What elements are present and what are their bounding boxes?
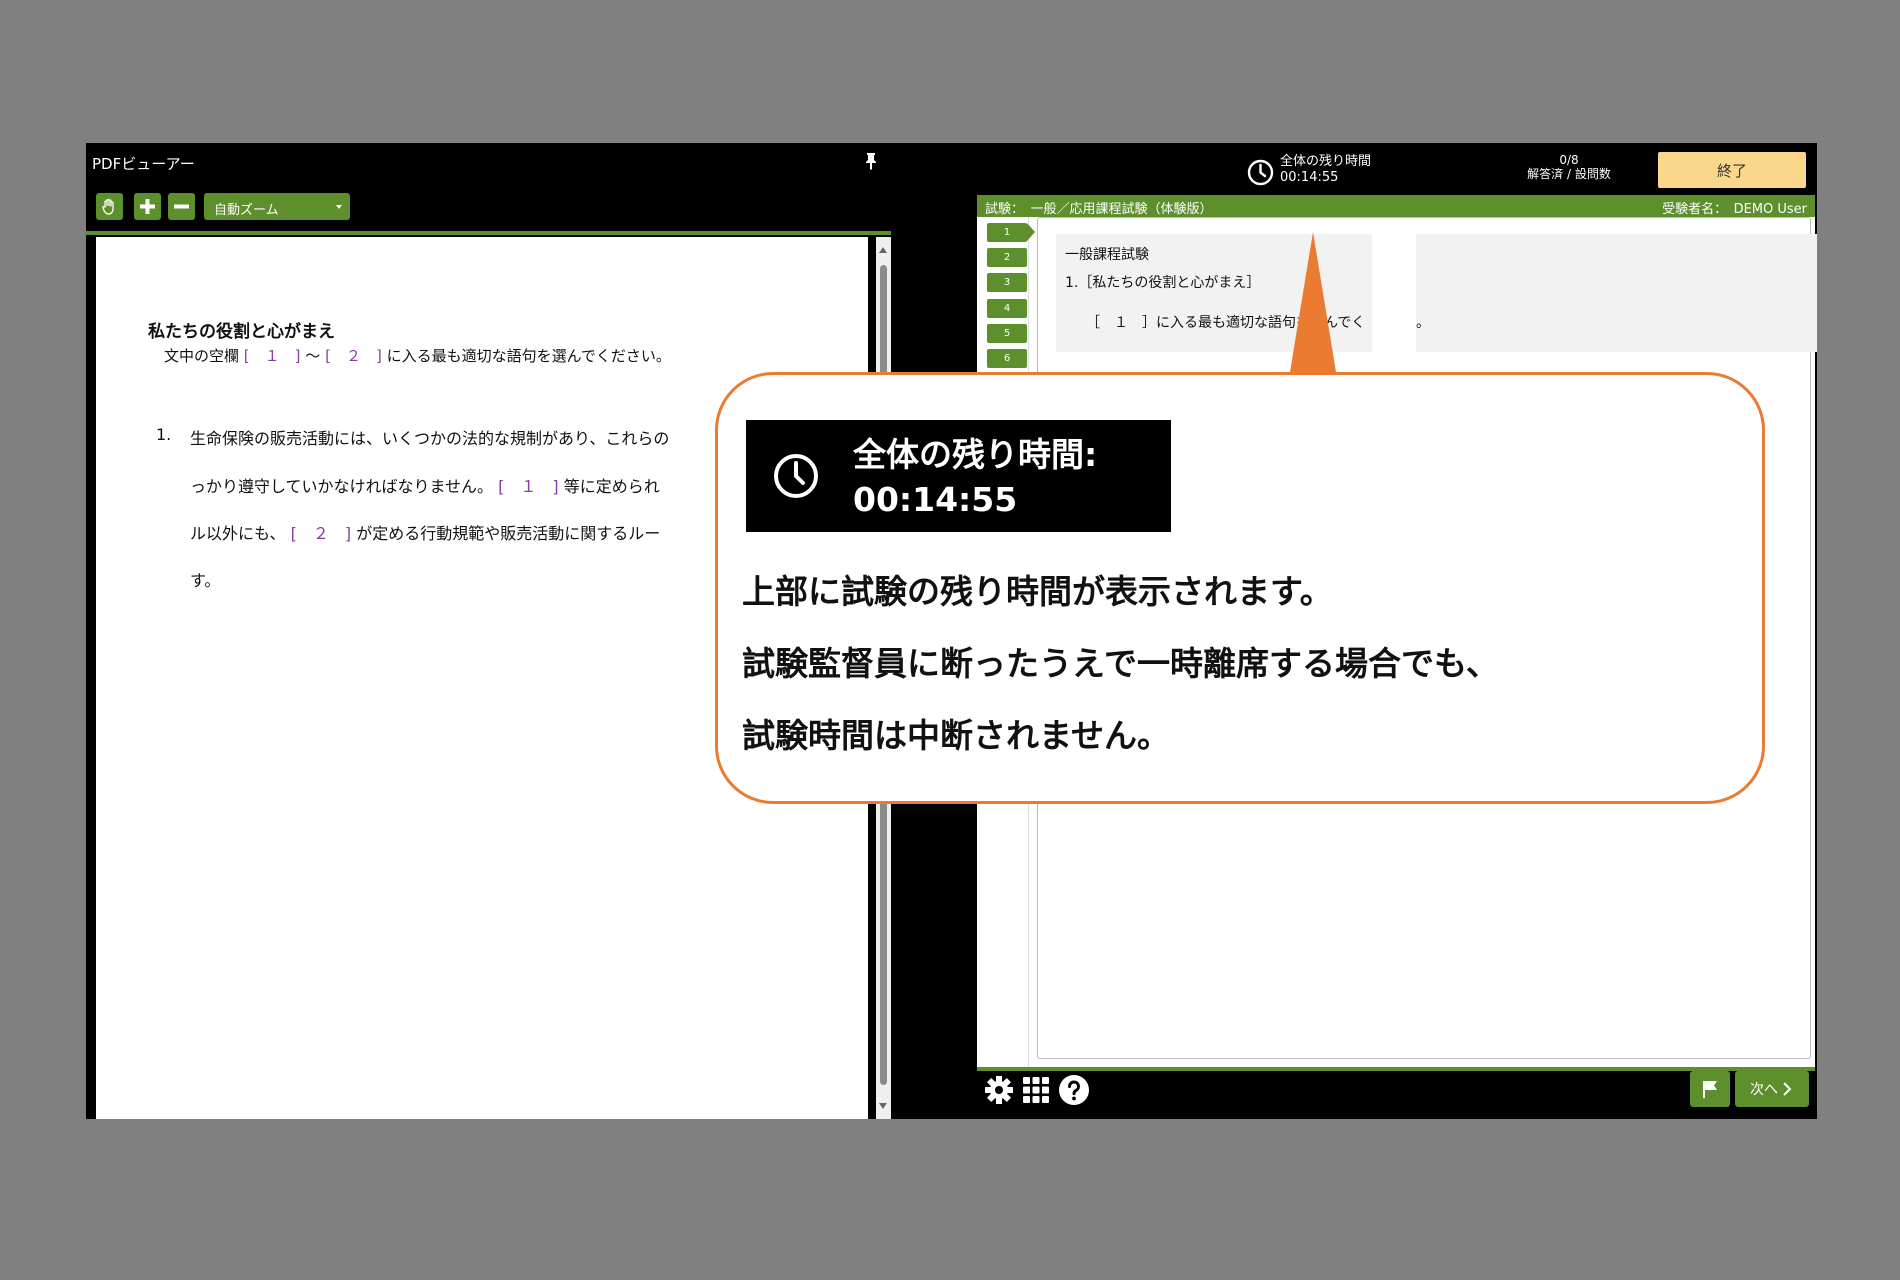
zoom-level-value: 自動ズーム bbox=[214, 203, 279, 218]
scroll-up-icon[interactable] bbox=[879, 247, 887, 253]
examinee-name: 受験者名： DEMO User bbox=[1662, 202, 1807, 217]
next-button[interactable]: 次へ bbox=[1735, 1071, 1807, 1107]
toolbar-divider bbox=[86, 231, 891, 235]
range-separator: ～ bbox=[305, 347, 321, 365]
callout-text-line-3: 試験時間は中断されません。 bbox=[742, 716, 1171, 755]
callout-timer-label: 全体の残り時間: bbox=[853, 435, 1098, 474]
passage-line-4: す。 bbox=[190, 571, 221, 590]
callout-text-line-2: 試験監督員に断ったうえで一時離席する場合でも、 bbox=[742, 644, 1500, 683]
document-heading: 私たちの役割と心がまえ bbox=[148, 322, 335, 342]
zoom-in-button[interactable] bbox=[134, 193, 161, 220]
document-instruction: 文中の空欄 [ １ ] ～ [ ２ ] に入る最も適切な語句を選んでください。 bbox=[164, 345, 671, 366]
question-nav-1[interactable]: 1 bbox=[987, 223, 1035, 242]
passage-line-2-b: 等に定められ bbox=[563, 477, 660, 496]
flag-button[interactable] bbox=[1690, 1071, 1730, 1107]
callout-text-line-1: 上部に試験の残り時間が表示されます。 bbox=[742, 572, 1333, 611]
answered-counter: 0/8 解答済 / 設問数 bbox=[1519, 153, 1619, 181]
question-nav-5[interactable]: 5 bbox=[987, 324, 1027, 343]
passage-blank-1: [ １ ] bbox=[498, 477, 559, 496]
passage-blank-2: [ ２ ] bbox=[290, 524, 352, 543]
remaining-time-label: 全体の残り時間 bbox=[1280, 154, 1372, 169]
question-text-box-right: 。 bbox=[1416, 234, 1817, 352]
zoom-out-button[interactable] bbox=[168, 193, 195, 220]
clock-icon bbox=[1247, 159, 1274, 186]
instruction-prefix: 文中の空欄 bbox=[164, 347, 240, 365]
question-number: 1. bbox=[156, 425, 172, 444]
minus-icon bbox=[174, 204, 189, 209]
question-nav-3[interactable]: 3 bbox=[987, 273, 1027, 292]
footer-divider bbox=[977, 1067, 1815, 1071]
exam-info-bar: 試験： 一般／応用課程試験（体験版） 受験者名： DEMO User bbox=[977, 195, 1815, 217]
passage-line-2: っかり遵守していかなければなりません。 [ １ ] 等に定められ bbox=[190, 473, 660, 497]
chevron-right-icon bbox=[1783, 1082, 1792, 1096]
callout-timer-value: 00:14:55 bbox=[853, 480, 1018, 519]
flag-icon bbox=[1703, 1081, 1717, 1098]
callout-tooltip: 全体の残り時間: 00:14:55 上部に試験の残り時間が表示されます。 試験監… bbox=[715, 372, 1765, 804]
pdf-viewer-title: PDFビューアー bbox=[92, 155, 195, 173]
clock-icon bbox=[774, 454, 818, 498]
help-icon[interactable] bbox=[1058, 1074, 1090, 1106]
scroll-down-icon[interactable] bbox=[879, 1103, 887, 1109]
pin-icon[interactable] bbox=[864, 152, 878, 170]
passage-line-3-a: ル以外にも、 bbox=[190, 524, 286, 543]
passage-line-3: ル以外にも、 [ ２ ] が定める行動規範や販売活動に関するルー bbox=[190, 520, 660, 544]
blank-2-marker: [ ２ ] bbox=[325, 347, 382, 365]
next-button-label: 次へ bbox=[1750, 1082, 1778, 1098]
answered-count-label: 解答済 / 設問数 bbox=[1527, 167, 1611, 181]
plus-icon bbox=[140, 199, 155, 214]
gear-icon[interactable] bbox=[983, 1074, 1015, 1106]
end-exam-button[interactable]: 終了 bbox=[1658, 152, 1806, 188]
remaining-time: 全体の残り時間 00:14:55 bbox=[1280, 154, 1371, 186]
question-nav-6[interactable]: 6 bbox=[987, 349, 1027, 368]
question-nav-2[interactable]: 2 bbox=[987, 248, 1027, 267]
instruction-suffix: に入る最も適切な語句を選んでください。 bbox=[386, 347, 671, 365]
blank-1-marker: [ １ ] bbox=[243, 347, 301, 365]
grid-icon[interactable] bbox=[1022, 1076, 1050, 1104]
callout-pointer bbox=[1290, 232, 1336, 372]
passage-line-2-a: っかり遵守していかなければなりません。 bbox=[190, 477, 494, 496]
question-prompt-end: 。 bbox=[1416, 315, 1430, 331]
answered-count: 0/8 bbox=[1559, 153, 1579, 167]
hand-tool-button[interactable] bbox=[96, 193, 123, 220]
question-title: 1.［私たちの役割と心がまえ］ bbox=[1065, 275, 1261, 291]
passage-line-1: 生命保険の販売活動には、いくつかの法的な規制があり、これらの bbox=[190, 429, 670, 448]
callout-timer-panel: 全体の残り時間: 00:14:55 bbox=[746, 420, 1171, 532]
chevron-down-icon bbox=[336, 205, 342, 209]
passage-line-3-b: が定める行動規範や販売活動に関するルー bbox=[356, 524, 661, 543]
question-category: 一般課程試験 bbox=[1065, 247, 1149, 263]
zoom-level-select[interactable]: 自動ズーム bbox=[204, 193, 350, 220]
exam-name: 試験： 一般／応用課程試験（体験版） bbox=[985, 202, 1213, 217]
question-nav-4[interactable]: 4 bbox=[987, 299, 1027, 318]
hand-icon bbox=[102, 198, 114, 215]
remaining-time-value: 00:14:55 bbox=[1280, 170, 1339, 185]
